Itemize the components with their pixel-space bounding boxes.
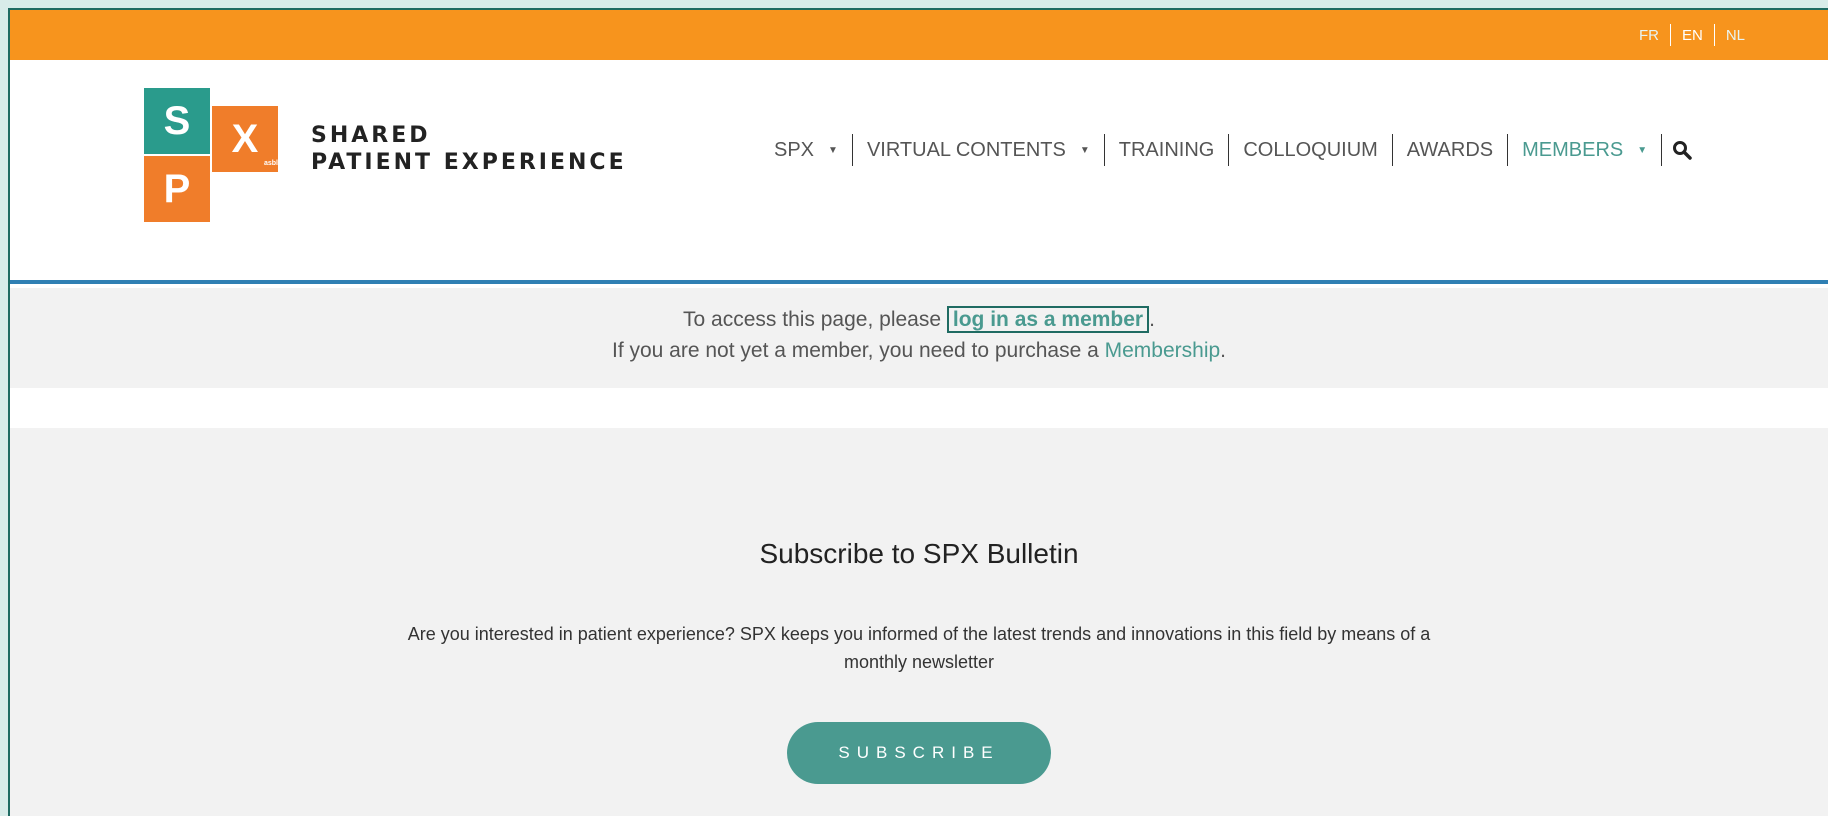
newsletter-section: Subscribe to SPX Bulletin Are you intere… xyxy=(10,428,1828,816)
notice-text: If you are not yet a member, you need to… xyxy=(611,339,1099,362)
notice-text: To access this page, please xyxy=(683,308,942,331)
nav-label: AWARDS xyxy=(1406,138,1494,161)
nav-item-virtual-contents[interactable]: VIRTUAL CONTENTS ▼ xyxy=(853,139,1104,162)
login-link[interactable]: log in as a member xyxy=(946,306,1150,333)
lang-en[interactable]: EN xyxy=(1671,27,1714,44)
newsletter-description: Are you interested in patient experience… xyxy=(407,624,1431,672)
nav-item-colloquium[interactable]: COLLOQUIUM xyxy=(1229,139,1391,162)
nav-item-spx[interactable]: SPX ▼ xyxy=(760,139,852,162)
site-header: S X P asbl SHARED PATIENT EXPERIENCE SPX… xyxy=(10,60,1828,284)
nav-label: COLLOQUIUM xyxy=(1243,138,1378,161)
notice-line-2: If you are not yet a member, you need to… xyxy=(10,339,1828,363)
browser-page: FR EN NL S X P asbl SHARED PATIENT EXPER… xyxy=(8,8,1828,816)
lang-nl[interactable]: NL xyxy=(1715,27,1756,44)
spx-logo[interactable]: S X P asbl xyxy=(144,88,284,224)
nav-label: VIRTUAL CONTENTS xyxy=(866,138,1066,161)
nav-label: TRAINING xyxy=(1118,138,1215,161)
nav-label: MEMBERS xyxy=(1522,138,1624,161)
nav-label: SPX xyxy=(774,138,815,161)
newsletter-title: Subscribe to SPX Bulletin xyxy=(759,538,1079,569)
chevron-down-icon: ▼ xyxy=(1079,144,1090,156)
language-switcher: FR EN NL xyxy=(1628,10,1756,60)
logo-tile-s: S xyxy=(144,88,210,154)
brand-line-2: PATIENT EXPERIENCE xyxy=(311,150,627,175)
nav-item-members[interactable]: MEMBERS ▼ xyxy=(1508,139,1661,162)
search-button[interactable] xyxy=(1662,140,1698,160)
nav-item-training[interactable]: TRAINING xyxy=(1105,139,1229,162)
brand-line-1: SHARED xyxy=(311,123,431,148)
notice-period: . xyxy=(1149,308,1155,331)
subscribe-button[interactable]: SUBSCRIBE xyxy=(787,722,1051,784)
main-nav: SPX ▼ VIRTUAL CONTENTS ▼ TRAINING COLLOQ… xyxy=(760,130,1698,170)
logo-asbl: asbl xyxy=(264,160,279,167)
member-access-notice: To access this page, please log in as a … xyxy=(10,288,1828,388)
chevron-down-icon: ▼ xyxy=(1637,144,1648,156)
membership-link[interactable]: Membership xyxy=(1105,339,1221,362)
language-bar: FR EN NL xyxy=(10,10,1828,60)
nav-item-awards[interactable]: AWARDS xyxy=(1393,139,1507,162)
logo-tile-p: P xyxy=(144,156,210,222)
brand-name[interactable]: SHARED PATIENT EXPERIENCE xyxy=(311,122,627,176)
lang-fr[interactable]: FR xyxy=(1628,27,1670,44)
notice-period: . xyxy=(1220,339,1227,362)
search-icon xyxy=(1673,141,1692,160)
notice-line-1: To access this page, please log in as a … xyxy=(10,306,1828,333)
chevron-down-icon: ▼ xyxy=(828,144,838,156)
